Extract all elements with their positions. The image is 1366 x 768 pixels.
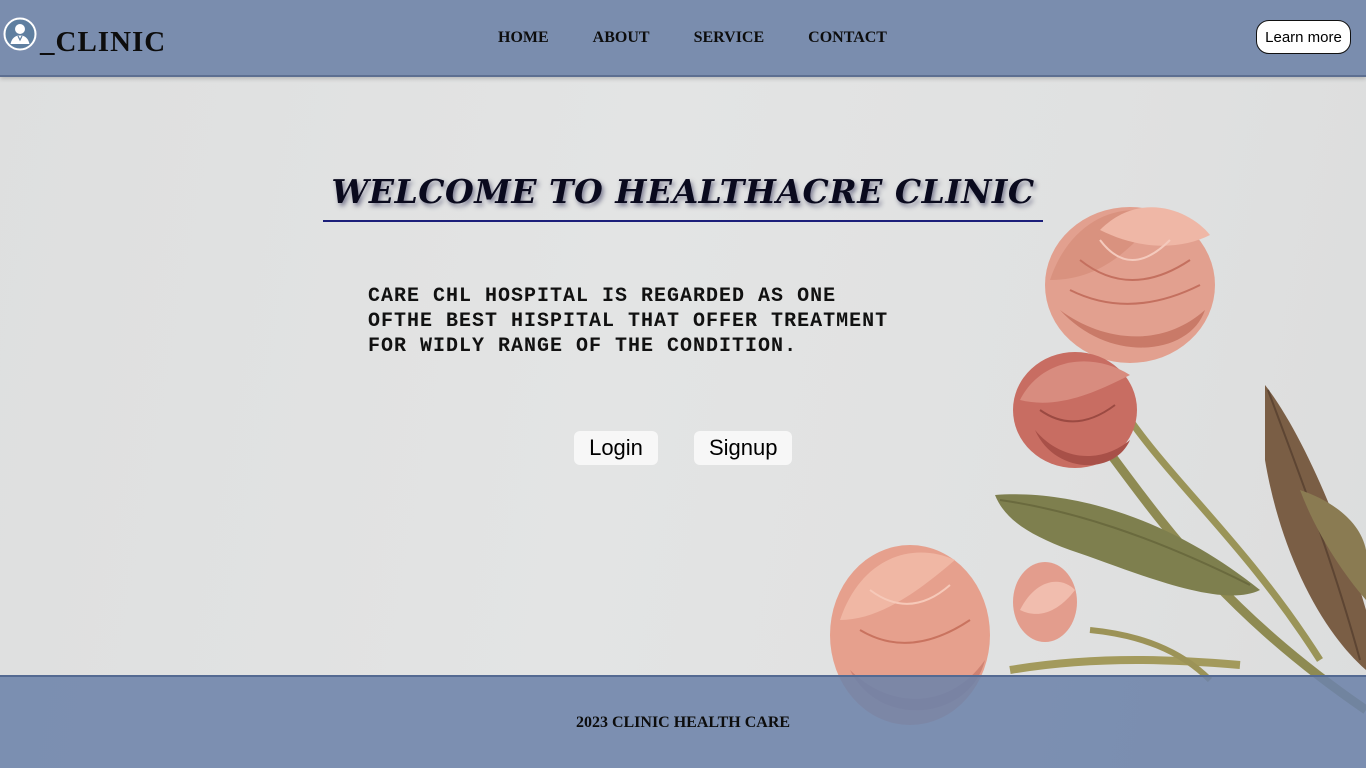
main-nav: HOME ABOUT SERVICE CONTACT bbox=[498, 29, 931, 47]
nav-link-service[interactable]: SERVICE bbox=[694, 29, 765, 47]
nav-link-contact[interactable]: CONTACT bbox=[808, 29, 887, 47]
footer: 2023 CLINIC HEALTH CARE bbox=[0, 675, 1366, 768]
hero-line-2: OFTHE BEST HISPITAL THAT OFFER TREATMENT bbox=[368, 310, 889, 333]
hero-line-3: FOR WIDLY RANGE OF THE CONDITION. bbox=[368, 335, 798, 358]
hero-description: CARE CHL HOSPITAL IS REGARDED AS ONE OFT… bbox=[368, 284, 1008, 359]
top-navbar: _CLINIC HOME ABOUT SERVICE CONTACT Learn… bbox=[0, 0, 1366, 77]
hero-line-1: CARE CHL HOSPITAL IS REGARDED AS ONE bbox=[368, 285, 837, 308]
hero-title: WELCOME TO HEALTHACRE CLINIC bbox=[331, 172, 1035, 211]
brand-name[interactable]: _CLINIC bbox=[40, 26, 166, 59]
footer-copyright: 2023 CLINIC HEALTH CARE bbox=[575, 714, 791, 731]
title-underline bbox=[323, 220, 1043, 222]
login-button[interactable]: Login bbox=[574, 431, 658, 465]
nav-link-home[interactable]: HOME bbox=[498, 29, 549, 47]
learn-more-button[interactable]: Learn more bbox=[1256, 20, 1351, 54]
signup-button[interactable]: Signup bbox=[694, 431, 792, 465]
doctor-avatar-icon[interactable] bbox=[3, 17, 37, 51]
nav-link-about[interactable]: ABOUT bbox=[593, 29, 650, 47]
